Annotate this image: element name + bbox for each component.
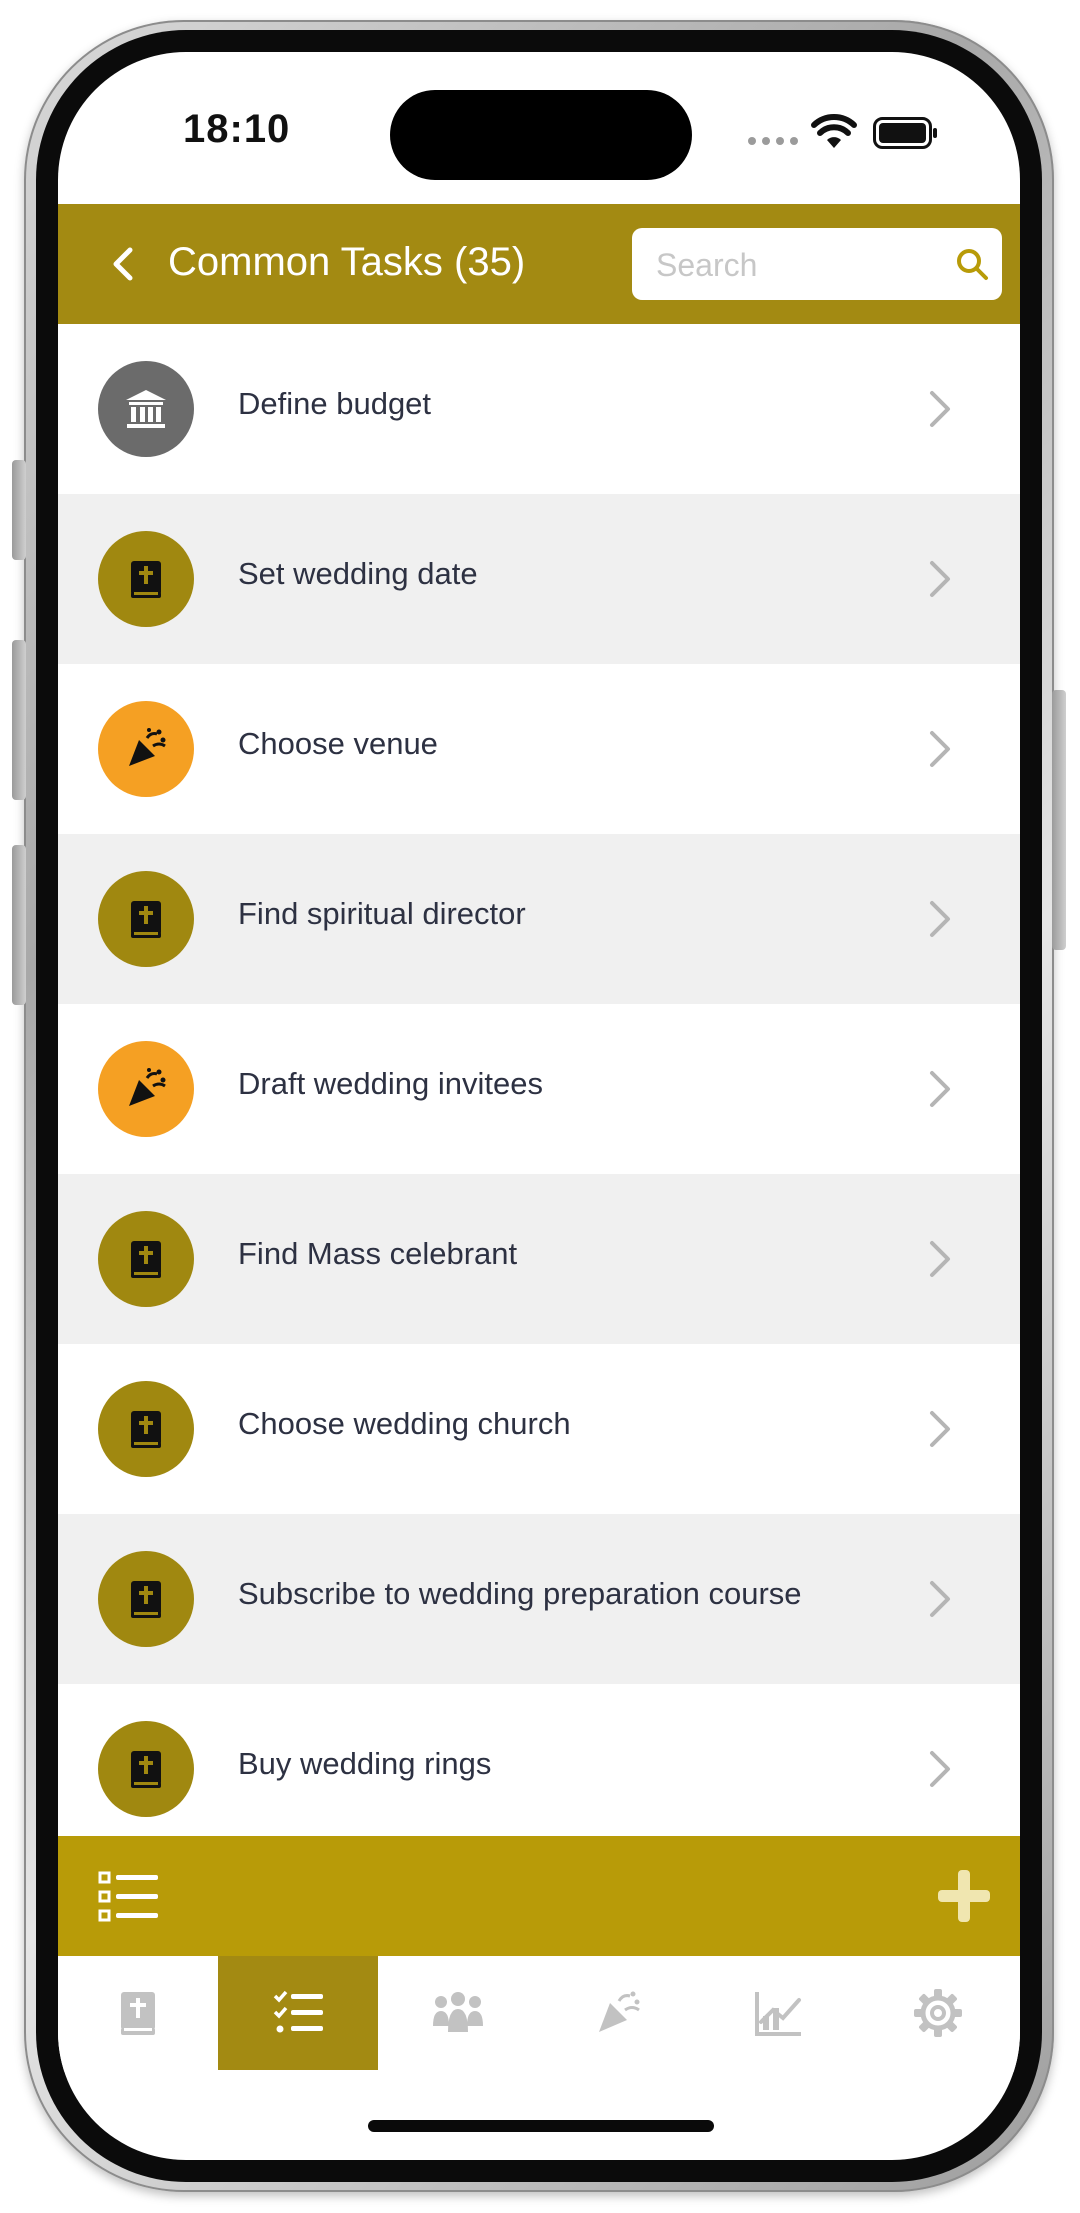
- task-row[interactable]: Draft wedding invitees: [58, 1004, 1020, 1174]
- task-label: Choose wedding church: [238, 1406, 571, 1441]
- checklist-icon: [273, 1990, 323, 2033]
- chevron-right-icon: [930, 1751, 950, 1787]
- home-indicator[interactable]: [368, 2120, 714, 2132]
- chevron-right-icon: [930, 1581, 950, 1617]
- task-row[interactable]: Buy wedding rings: [58, 1684, 1020, 1840]
- list-icon[interactable]: [98, 1870, 160, 1924]
- bible-icon: [98, 531, 194, 627]
- task-row[interactable]: Subscribe to wedding preparation course: [58, 1514, 1020, 1684]
- tab-tasks[interactable]: [218, 1956, 378, 2070]
- search-box[interactable]: [632, 228, 1002, 300]
- task-label: Set wedding date: [238, 556, 478, 591]
- task-list: Define budget Set wedding date Choose ve…: [58, 324, 1020, 1840]
- party-popper-icon: [599, 1991, 640, 2032]
- bible-icon: [98, 1211, 194, 1307]
- battery-icon: [873, 117, 937, 149]
- tab-settings[interactable]: [858, 1956, 1018, 2070]
- task-row[interactable]: Find Mass celebrant: [58, 1174, 1020, 1344]
- chevron-right-icon: [930, 1071, 950, 1107]
- bible-icon: [98, 1381, 194, 1477]
- task-label: Find spiritual director: [238, 896, 526, 931]
- tab-bar: [58, 1956, 1020, 2072]
- chevron-right-icon: [930, 901, 950, 937]
- tab-events[interactable]: [538, 1956, 698, 2070]
- party-popper-icon: [98, 1041, 194, 1137]
- task-label: Subscribe to wedding preparation course: [238, 1576, 802, 1611]
- task-label: Choose venue: [238, 726, 438, 761]
- app-header: Common Tasks (35): [58, 204, 1020, 324]
- task-row[interactable]: Choose wedding church: [58, 1344, 1020, 1514]
- status-time: 18:10: [183, 107, 291, 151]
- bible-icon: [98, 1721, 194, 1817]
- chart-icon: [755, 1992, 801, 2036]
- tab-people[interactable]: [378, 1956, 538, 2070]
- tab-bible[interactable]: [58, 1956, 218, 2070]
- chevron-right-icon: [930, 391, 950, 427]
- task-row[interactable]: Set wedding date: [58, 494, 1020, 664]
- task-label: Define budget: [238, 386, 432, 421]
- search-input[interactable]: [654, 242, 948, 288]
- signal-dots-icon: [748, 137, 798, 145]
- back-chevron-icon[interactable]: [104, 242, 144, 286]
- bible-icon: [98, 871, 194, 967]
- people-icon: [433, 1992, 483, 2032]
- task-label: Find Mass celebrant: [238, 1236, 518, 1271]
- bottom-toolbar: [58, 1836, 1020, 1956]
- screen: 18:10 Common Tasks (35) Define: [58, 52, 1020, 2160]
- bank-icon: [98, 361, 194, 457]
- power-button: [1052, 690, 1066, 950]
- chevron-right-icon: [930, 1411, 950, 1447]
- chevron-right-icon: [930, 731, 950, 767]
- task-label: Buy wedding rings: [238, 1746, 492, 1781]
- party-popper-icon: [98, 701, 194, 797]
- dynamic-island: [390, 90, 692, 180]
- task-label: Draft wedding invitees: [238, 1066, 543, 1101]
- task-row[interactable]: Find spiritual director: [58, 834, 1020, 1004]
- plus-icon[interactable]: [936, 1868, 992, 1924]
- page-title: Common Tasks (35): [168, 240, 526, 284]
- task-row[interactable]: Define budget: [58, 324, 1020, 494]
- wifi-icon: [811, 114, 857, 148]
- gear-icon: [914, 1989, 962, 2037]
- tab-stats[interactable]: [698, 1956, 858, 2070]
- bible-icon: [98, 1551, 194, 1647]
- chevron-right-icon: [930, 561, 950, 597]
- chevron-right-icon: [930, 1241, 950, 1277]
- volume-up-button: [12, 640, 26, 800]
- silent-switch: [12, 460, 26, 560]
- search-icon[interactable]: [954, 246, 990, 282]
- task-row[interactable]: Choose venue: [58, 664, 1020, 834]
- volume-down-button: [12, 845, 26, 1005]
- bible-icon: [121, 1992, 155, 2035]
